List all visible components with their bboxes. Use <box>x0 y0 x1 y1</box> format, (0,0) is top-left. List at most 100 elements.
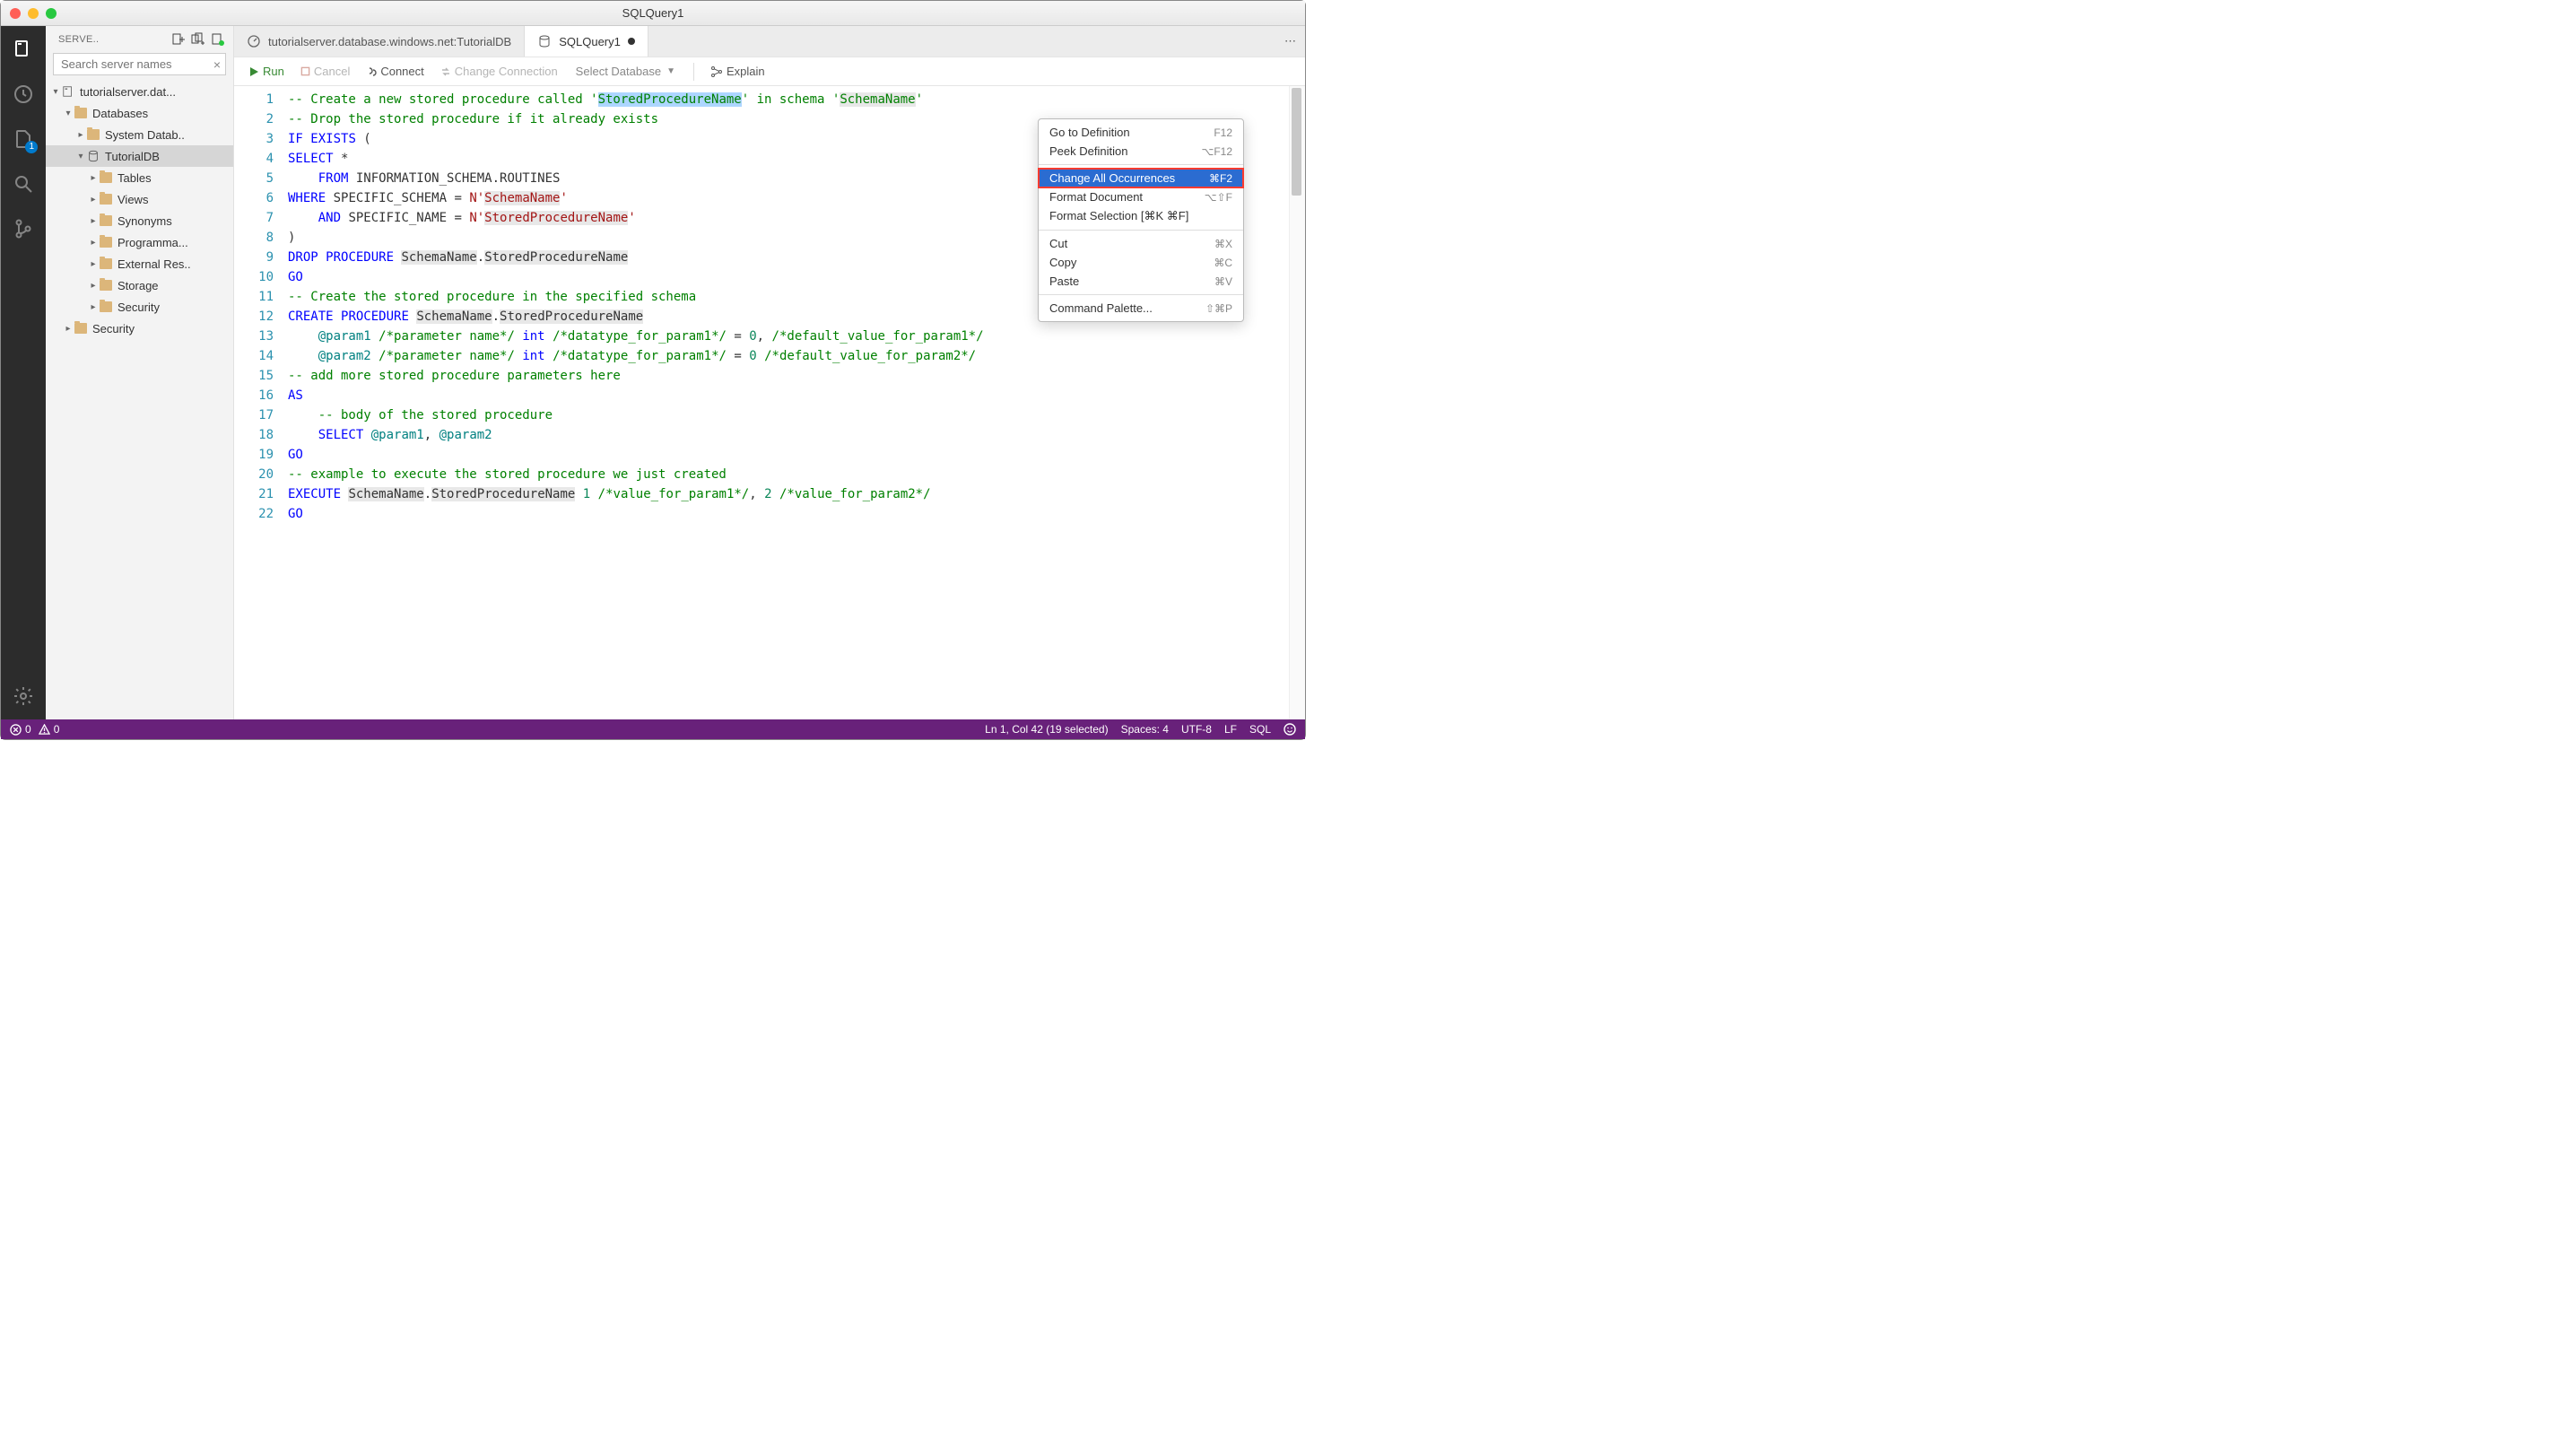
chevron-right-icon[interactable] <box>74 130 87 140</box>
tab-sqlquery-label: SQLQuery1 <box>559 35 621 48</box>
search-activity-icon[interactable] <box>11 171 36 196</box>
chevron-right-icon[interactable] <box>87 195 100 205</box>
sidebar: SERVE.. × tutorialserver.dat... Datab <box>46 26 234 719</box>
storage-node[interactable]: Storage <box>46 274 233 296</box>
folder-icon <box>100 171 114 184</box>
status-warnings[interactable]: 0 <box>39 723 60 736</box>
chevron-right-icon[interactable] <box>87 302 100 312</box>
tab-connection[interactable]: tutorialserver.database.windows.net:Tuto… <box>234 26 525 57</box>
explain-button[interactable]: Explain <box>705 63 770 80</box>
tab-connection-label: tutorialserver.database.windows.net:Tuto… <box>268 35 511 48</box>
folder-icon <box>74 322 89 335</box>
status-errors[interactable]: 0 <box>10 723 31 736</box>
menu-separator <box>1039 230 1243 231</box>
query-toolbar: Run Cancel Connect Change Connection Sel… <box>234 57 1305 86</box>
window-title: SQLQuery1 <box>622 6 684 20</box>
server-label: tutorialserver.dat... <box>80 85 176 99</box>
folder-icon <box>100 214 114 227</box>
explain-label: Explain <box>727 65 765 78</box>
maximize-window-button[interactable] <box>46 8 57 19</box>
menu-paste[interactable]: Paste⌘V <box>1039 272 1243 291</box>
tutorialdb-node[interactable]: TutorialDB <box>46 145 233 167</box>
programmability-node[interactable]: Programma... <box>46 231 233 253</box>
tables-node[interactable]: Tables <box>46 167 233 188</box>
new-connection-icon[interactable] <box>170 31 187 48</box>
cancel-label: Cancel <box>314 65 350 78</box>
source-control-activity-icon[interactable] <box>11 216 36 241</box>
editor-tabs: tutorialserver.database.windows.net:Tuto… <box>234 26 1305 57</box>
minimap-thumb[interactable] <box>1292 88 1301 196</box>
minimize-window-button[interactable] <box>28 8 39 19</box>
server-tree: tutorialserver.dat... Databases System D… <box>46 81 233 719</box>
server-status-icon[interactable] <box>210 31 226 48</box>
menu-copy[interactable]: Copy⌘C <box>1039 253 1243 272</box>
change-connection-button[interactable]: Change Connection <box>435 63 563 80</box>
menu-cut[interactable]: Cut⌘X <box>1039 234 1243 253</box>
tables-label: Tables <box>117 171 152 185</box>
chevron-right-icon[interactable] <box>87 216 100 226</box>
menu-peek-definition[interactable]: Peek Definition⌥F12 <box>1039 142 1243 161</box>
body: 1 SERVE.. × <box>1 26 1305 719</box>
menu-change-all-occurrences[interactable]: Change All Occurrences⌘F2 <box>1039 169 1243 187</box>
status-spaces[interactable]: Spaces: 4 <box>1121 723 1169 736</box>
settings-activity-icon[interactable] <box>11 684 36 709</box>
tutorialdb-label: TutorialDB <box>105 150 160 163</box>
explorer-activity-icon[interactable]: 1 <box>11 126 36 152</box>
history-activity-icon[interactable] <box>11 82 36 107</box>
database-icon <box>87 150 101 162</box>
chevron-down-icon[interactable] <box>62 109 74 118</box>
server-icon <box>62 85 76 98</box>
security-outer-node[interactable]: Security <box>46 318 233 339</box>
clear-search-icon[interactable]: × <box>213 57 221 72</box>
system-databases-node[interactable]: System Datab.. <box>46 124 233 145</box>
new-group-icon[interactable] <box>190 31 206 48</box>
activity-bar: 1 <box>1 26 46 719</box>
folder-icon <box>100 301 114 313</box>
chevron-right-icon[interactable] <box>87 238 100 248</box>
views-node[interactable]: Views <box>46 188 233 210</box>
chevron-right-icon[interactable] <box>62 324 74 334</box>
close-window-button[interactable] <box>10 8 21 19</box>
window-controls <box>10 8 57 19</box>
sidebar-search-input[interactable] <box>53 53 226 75</box>
folder-icon <box>100 193 114 205</box>
chevron-down-icon[interactable] <box>74 152 87 161</box>
status-encoding[interactable]: UTF-8 <box>1181 723 1212 736</box>
status-eol[interactable]: LF <box>1224 723 1237 736</box>
chevron-right-icon[interactable] <box>87 173 100 183</box>
tab-overflow-button[interactable]: ⋯ <box>1275 26 1305 57</box>
cancel-button[interactable]: Cancel <box>295 63 355 80</box>
synonyms-node[interactable]: Synonyms <box>46 210 233 231</box>
chevron-right-icon[interactable] <box>87 259 100 269</box>
feedback-icon[interactable] <box>1284 723 1296 736</box>
external-resources-node[interactable]: External Res.. <box>46 253 233 274</box>
server-node[interactable]: tutorialserver.dat... <box>46 81 233 102</box>
editor: 12345678910111213141516171819202122 -- C… <box>234 86 1305 719</box>
databases-node[interactable]: Databases <box>46 102 233 124</box>
programmability-label: Programma... <box>117 236 188 249</box>
chevron-right-icon[interactable] <box>87 281 100 291</box>
run-button[interactable]: Run <box>243 63 290 80</box>
menu-separator <box>1039 294 1243 295</box>
servers-activity-icon[interactable] <box>11 37 36 62</box>
minimap[interactable] <box>1289 86 1305 719</box>
status-cursor[interactable]: Ln 1, Col 42 (19 selected) <box>985 723 1108 736</box>
select-database-dropdown[interactable]: Select Database ▼ <box>569 63 683 80</box>
menu-goto-definition[interactable]: Go to DefinitionF12 <box>1039 123 1243 142</box>
databases-label: Databases <box>92 107 148 120</box>
status-language[interactable]: SQL <box>1249 723 1271 736</box>
connect-button[interactable]: Connect <box>361 63 429 80</box>
run-label: Run <box>263 65 284 78</box>
menu-format-document[interactable]: Format Document⌥⇧F <box>1039 187 1243 206</box>
tab-sqlquery[interactable]: SQLQuery1 <box>525 26 648 57</box>
main-area: tutorialserver.database.windows.net:Tuto… <box>234 26 1305 719</box>
change-connection-label: Change Connection <box>455 65 558 78</box>
sidebar-header: SERVE.. <box>46 26 233 51</box>
security-inner-node[interactable]: Security <box>46 296 233 318</box>
storage-label: Storage <box>117 279 159 292</box>
security-inner-label: Security <box>117 301 160 314</box>
chevron-down-icon[interactable] <box>49 87 62 97</box>
menu-command-palette[interactable]: Command Palette...⇧⌘P <box>1039 299 1243 318</box>
menu-format-selection[interactable]: Format Selection [⌘K ⌘F] <box>1039 206 1243 226</box>
titlebar: SQLQuery1 <box>1 1 1305 26</box>
